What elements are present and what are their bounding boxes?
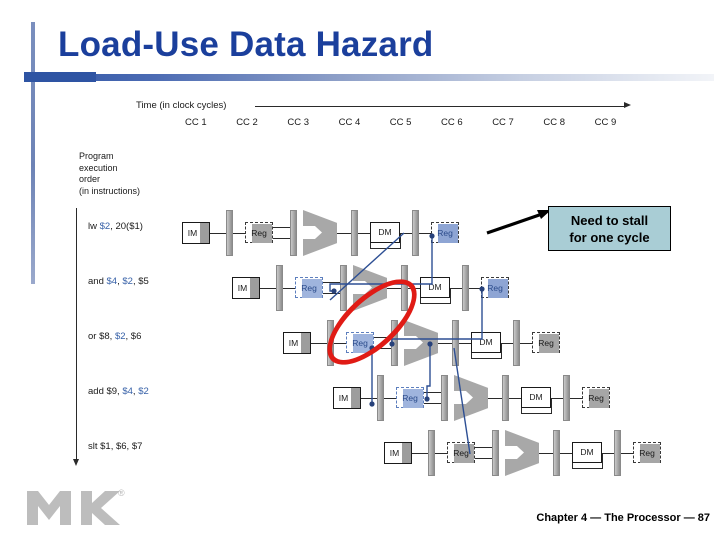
forwarding-path-overlay xyxy=(329,232,485,455)
mk-logo xyxy=(27,491,120,525)
stall-callout-line-1: Need to stall xyxy=(570,212,649,228)
page-title: Load-Use Data Hazard xyxy=(58,25,434,64)
registered-trademark-icon: ® xyxy=(118,488,125,498)
stage-im-label: IM xyxy=(389,447,400,458)
stage-reg-write-label: Reg xyxy=(538,337,554,348)
pipeline-timing-figure: Time (in clock cycles) CC 1 CC 2 CC 3 CC 4C… xyxy=(0,86,720,486)
forwarding-junction-dot xyxy=(479,286,485,292)
forwarding-junction-dot xyxy=(429,233,435,239)
stage-reg-read-label: Reg xyxy=(402,392,418,403)
stage-im-label: IM xyxy=(338,392,349,403)
stage-im-label: IM xyxy=(187,227,198,238)
forwarding-path xyxy=(426,344,431,399)
callout-arrow-icon xyxy=(486,210,551,235)
stall-callout-line-2: for one cycle xyxy=(569,229,650,245)
stage-reg-read-label: Reg xyxy=(352,337,368,348)
stage-reg-write-label: Reg xyxy=(487,282,503,293)
stage-im-label: IM xyxy=(237,282,248,293)
title-divider-cap xyxy=(24,72,96,82)
forwarding-junction-dot xyxy=(369,401,375,407)
stage-reg-read-label: Reg xyxy=(251,227,267,238)
slide: Load-Use Data Hazard Time (in clock cycl… xyxy=(0,0,720,540)
stage-im-label: IM xyxy=(288,337,299,348)
title-divider-rule xyxy=(24,74,714,81)
forwarding-junction-dot xyxy=(389,341,395,347)
forwarding-path xyxy=(453,347,471,455)
forwarding-junction-dot xyxy=(427,341,433,347)
forwarding-junction-dot xyxy=(331,288,337,294)
stage-reg-read-label: Reg xyxy=(301,282,317,293)
forwarding-junction-dot xyxy=(424,396,430,402)
footer-chapter-text: Chapter 4 — The Processor — 87 xyxy=(536,512,710,524)
stage-reg-write-label: Reg xyxy=(639,447,655,458)
stall-callout-box: Need to stall for one cycle xyxy=(548,206,671,251)
stage-reg-read-label: Reg xyxy=(453,447,469,458)
stage-reg-write-label: Reg xyxy=(588,392,604,403)
stage-reg-write-label: Reg xyxy=(437,227,453,238)
forwarding-path xyxy=(329,236,433,292)
